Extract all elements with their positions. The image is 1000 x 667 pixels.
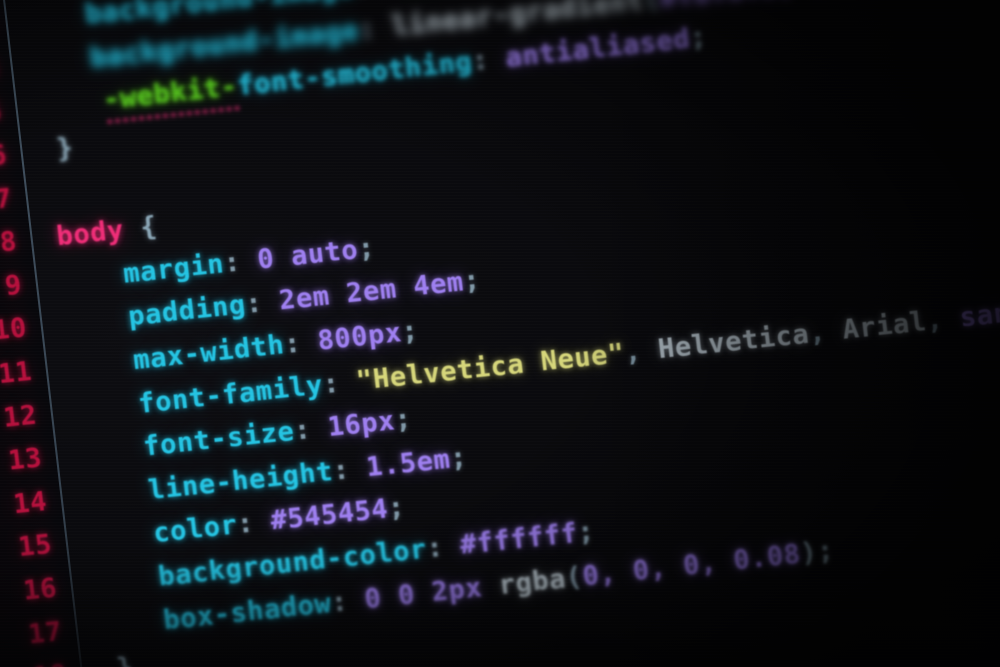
line-number: 5 [0, 95, 4, 129]
token-punc: ; [356, 232, 377, 265]
token-punc: ; [688, 21, 709, 55]
line-number: 14 [11, 485, 49, 521]
line-number: 7 [0, 182, 14, 216]
token-brace: } [115, 652, 135, 667]
line-number: 15 [16, 529, 54, 564]
token-punc: : [282, 325, 320, 361]
monitor-surface: html {background-color: #efefef;backgrou… [0, 0, 1000, 667]
line-number: 17 [26, 615, 64, 651]
line-number: 12 [1, 399, 39, 434]
token-punc: , [924, 302, 962, 337]
token-punc: ; [461, 264, 483, 298]
line-number: 11 [0, 355, 34, 391]
line-number: 16 [21, 572, 59, 607]
token-brace: } [54, 132, 76, 165]
token-punc: ; [399, 315, 421, 348]
line-number: 10 [0, 312, 29, 347]
token-punc: : [329, 583, 367, 619]
token-punc: ; [386, 492, 407, 525]
line-number: 13 [6, 442, 44, 477]
token-brace: { [138, 211, 160, 244]
token-punc: ( [642, 0, 662, 16]
token-punc: , [622, 333, 660, 369]
token-punc: : [243, 286, 282, 321]
token-punc: : [222, 244, 260, 279]
token-punc: , [807, 314, 845, 349]
code-line-content: } [55, 132, 75, 165]
token-punc: ; [575, 515, 597, 549]
token-fn: rgba [496, 562, 568, 601]
token-punc: ; [448, 441, 469, 475]
token-punc: : [424, 530, 462, 565]
token-punc: : [321, 365, 359, 400]
token-punc: ; [393, 403, 414, 437]
token-punc: : [292, 412, 330, 447]
token-punc: : [235, 506, 273, 541]
token-sel: body [54, 214, 126, 253]
code-editor-screenshot: html {background-color: #efefef;backgrou… [0, 0, 1000, 667]
token-punc: : [470, 43, 508, 78]
token-punc: ); [798, 534, 836, 569]
token-punc: : [331, 452, 369, 487]
line-number: 6 [0, 139, 9, 172]
token-punc: : [356, 11, 394, 46]
code-line-content: } [115, 652, 135, 667]
token-val: 16px [326, 405, 397, 444]
token-punc: : [352, 0, 389, 2]
line-number: 9 [3, 269, 24, 302]
line-number: 8 [0, 225, 19, 259]
code-text-area[interactable]: html {background-color: #efefef;backgrou… [0, 0, 1000, 667]
